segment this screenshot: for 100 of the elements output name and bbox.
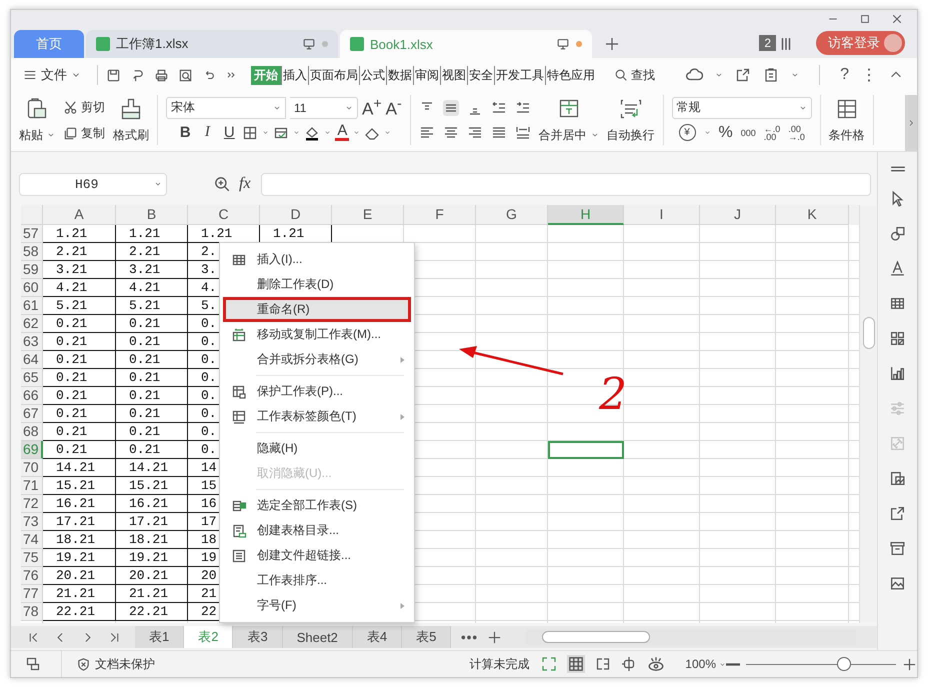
outdent-icon[interactable] xyxy=(490,100,507,116)
row-header[interactable]: 73 xyxy=(21,513,43,531)
grow-font-button[interactable]: A$^{+}$ xyxy=(362,96,382,120)
row-header[interactable]: 76 xyxy=(21,567,43,585)
sheet-tab[interactable]: 表1 xyxy=(135,626,184,648)
column-header[interactable]: A xyxy=(43,205,116,225)
row-header[interactable]: 62 xyxy=(21,315,43,333)
first-sheet-icon[interactable] xyxy=(27,630,40,644)
caret-icon[interactable] xyxy=(715,71,724,79)
eye-icon[interactable] xyxy=(647,655,666,673)
more-button[interactable]: ⋮ xyxy=(861,65,877,85)
bold-button[interactable]: B xyxy=(176,124,194,141)
thousands-button[interactable]: 000 xyxy=(740,128,756,136)
row-header[interactable]: 71 xyxy=(21,477,43,495)
font-size-select[interactable]: 11 xyxy=(290,96,358,118)
row-header[interactable]: 70 xyxy=(21,459,43,477)
underline-button[interactable]: U xyxy=(220,124,238,141)
shrink-font-button[interactable]: A$^{-}$ xyxy=(386,96,402,120)
ribbon-tab[interactable]: 视图 xyxy=(440,66,467,84)
menu-item[interactable]: 重命名(R) xyxy=(223,297,411,322)
wrap-button[interactable]: 自动换行 xyxy=(606,95,655,145)
last-sheet-icon[interactable] xyxy=(108,630,121,644)
more-icon[interactable] xyxy=(461,634,478,640)
text-effect-icon[interactable] xyxy=(889,260,906,277)
row-header[interactable]: 75 xyxy=(21,549,43,567)
row-header[interactable]: 59 xyxy=(21,261,43,279)
gallery-icon[interactable] xyxy=(889,470,906,487)
column-header[interactable]: K xyxy=(776,205,849,225)
border-icon[interactable] xyxy=(242,124,258,140)
sheet-tab[interactable]: 表4 xyxy=(352,626,402,648)
window-count-badge[interactable]: 2 xyxy=(759,35,776,51)
copy-button[interactable]: 复制 xyxy=(63,121,105,145)
ribbon-tab[interactable]: 插入 xyxy=(281,66,308,84)
column-header[interactable]: E xyxy=(332,205,404,225)
align-left-icon[interactable] xyxy=(418,124,435,140)
table-icon[interactable] xyxy=(889,295,906,312)
zoom-out-icon[interactable] xyxy=(726,662,740,666)
row-header[interactable]: 74 xyxy=(21,531,43,549)
remove-decimal-button[interactable]: .00 →.0 xyxy=(788,124,805,140)
monitor-icon[interactable] xyxy=(556,37,570,51)
align-middle-icon[interactable] xyxy=(442,100,459,116)
normal-view-icon[interactable] xyxy=(567,655,586,673)
find-button[interactable]: 查找 xyxy=(614,66,655,84)
zoom-in-icon[interactable] xyxy=(902,656,917,672)
scrollbar-thumb[interactable] xyxy=(542,631,650,643)
help-button[interactable]: ? xyxy=(840,66,849,84)
ribbon-tab[interactable]: 公式 xyxy=(359,66,386,84)
row-header[interactable]: 65 xyxy=(21,369,43,387)
layout-icon[interactable] xyxy=(25,656,41,672)
zoom-select[interactable]: 100% xyxy=(685,657,726,671)
row-header[interactable]: 66 xyxy=(21,387,43,405)
caret-icon[interactable] xyxy=(262,129,270,136)
ribbon-tab[interactable]: 审阅 xyxy=(413,66,440,84)
fill-color-icon[interactable] xyxy=(304,124,320,140)
caret-icon[interactable] xyxy=(353,129,360,136)
zoom-icon[interactable] xyxy=(213,175,231,193)
indent-icon[interactable] xyxy=(514,100,531,116)
sheet-tab[interactable]: Sheet2 xyxy=(282,626,353,648)
print-icon[interactable] xyxy=(154,68,169,82)
italic-button[interactable]: I xyxy=(198,124,216,141)
row-header[interactable]: 67 xyxy=(21,405,43,423)
justify-icon[interactable] xyxy=(490,124,507,140)
page-break-icon[interactable] xyxy=(595,656,612,672)
monitor-icon[interactable] xyxy=(302,37,316,51)
ribbon-tab[interactable]: 开发工具 xyxy=(494,66,545,84)
share-icon[interactable] xyxy=(889,505,906,522)
row-header[interactable]: 61 xyxy=(21,297,43,315)
login-button[interactable]: 访客登录 xyxy=(816,31,905,55)
currency-button[interactable]: ¥ xyxy=(678,124,696,141)
document-tab[interactable]: 工作簿1.xlsx xyxy=(86,30,338,58)
caret-icon[interactable] xyxy=(324,129,332,136)
column-header[interactable]: F xyxy=(404,205,476,225)
format-painter-button[interactable]: 格式刷 xyxy=(113,95,149,145)
column-header[interactable]: G xyxy=(476,205,548,225)
percent-button[interactable]: % xyxy=(718,124,733,142)
align-center-icon[interactable] xyxy=(442,124,459,140)
maximize-icon[interactable] xyxy=(859,12,871,24)
cut-button[interactable]: 剪切 xyxy=(63,95,105,119)
sheet-tab[interactable]: 表3 xyxy=(233,626,283,648)
add-sheet-icon[interactable] xyxy=(487,630,502,644)
column-header[interactable]: C xyxy=(188,205,260,225)
ribbon-tab[interactable]: 数据 xyxy=(386,66,413,84)
merge-button[interactable]: 合并居中 xyxy=(538,95,599,145)
row-header[interactable]: 78 xyxy=(21,603,43,621)
number-format-select[interactable]: 常规 xyxy=(672,96,812,118)
image-icon[interactable] xyxy=(889,575,906,592)
caret-icon[interactable] xyxy=(293,129,300,136)
scrollbar-thumb[interactable] xyxy=(862,317,874,349)
name-box[interactable]: H69 xyxy=(19,172,167,196)
sheet-tab[interactable]: 表2 xyxy=(184,626,234,648)
grid-icon[interactable] xyxy=(889,330,906,347)
align-right-icon[interactable] xyxy=(466,124,483,140)
fullscreen-icon[interactable] xyxy=(541,656,558,672)
ribbon-tab[interactable]: 特色应用 xyxy=(545,66,596,84)
row-header[interactable]: 77 xyxy=(21,585,43,603)
protection-status[interactable]: 文档未保护 xyxy=(61,651,155,677)
formula-input[interactable] xyxy=(260,172,871,196)
add-decimal-button[interactable]: ←.0 .00 xyxy=(764,124,780,140)
print-preview-icon[interactable] xyxy=(178,68,193,82)
clipboard-icon[interactable] xyxy=(763,67,780,83)
